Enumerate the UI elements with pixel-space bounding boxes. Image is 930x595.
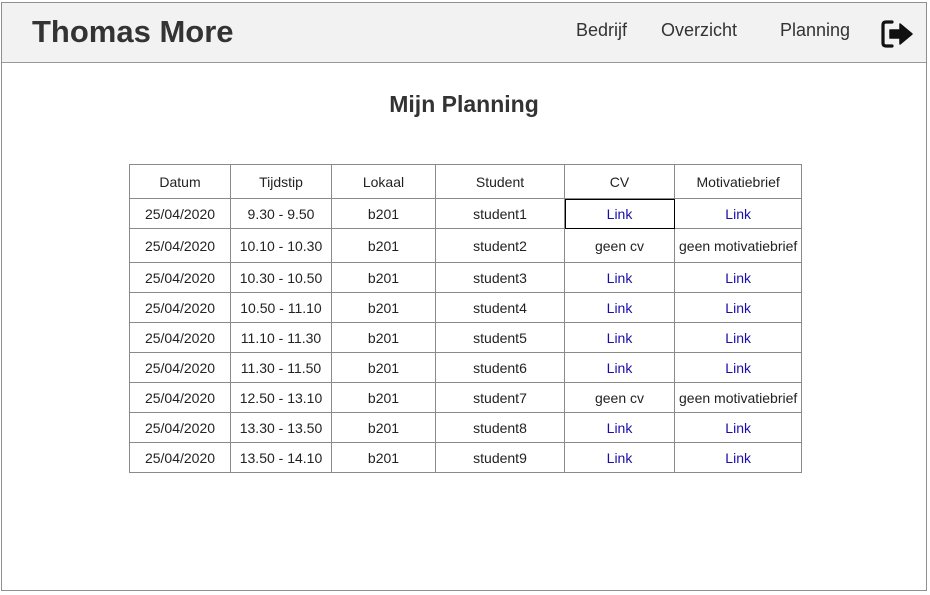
planning-table: Datum Tijdstip Lokaal Student CV Motivat… (129, 164, 803, 473)
cell-lokaal: b201 (331, 442, 436, 473)
cell-motivatiebrief: Link (673, 412, 803, 443)
cell-datum: 25/04/2020 (129, 292, 231, 323)
cell-datum: 25/04/2020 (129, 198, 231, 229)
cell-cv: Link (564, 322, 675, 353)
cell-student: student7 (435, 382, 565, 413)
cell-student: student6 (435, 352, 565, 383)
app-frame: Thomas More Bedrijf Overzicht Planning M… (1, 2, 927, 591)
cell-datum: 25/04/2020 (129, 322, 231, 353)
cv-link[interactable]: Link (607, 420, 633, 436)
col-header-lokaal: Lokaal (331, 164, 436, 199)
cv-link[interactable]: Link (607, 206, 633, 222)
table-row: 25/04/2020 9.30 - 9.50 b201 student1 Lin… (129, 198, 803, 229)
cell-tijdstip: 12.50 - 13.10 (230, 382, 332, 413)
cell-datum: 25/04/2020 (129, 352, 231, 383)
cell-lokaal: b201 (331, 292, 436, 323)
cell-lokaal: b201 (331, 352, 436, 383)
cell-cv: Link (564, 292, 675, 323)
col-header-cv: CV (564, 164, 675, 199)
cell-student: student1 (435, 198, 565, 229)
cell-student: student2 (435, 228, 565, 263)
page-title: Mijn Planning (389, 91, 539, 117)
top-navbar: Thomas More Bedrijf Overzicht Planning (2, 3, 926, 63)
nav-bedrijf[interactable]: Bedrijf (576, 20, 627, 41)
cell-motivatiebrief: Link (673, 322, 803, 353)
cell-tijdstip: 9.30 - 9.50 (230, 198, 332, 229)
cell-student: student8 (435, 412, 565, 443)
cv-link[interactable]: Link (607, 270, 633, 286)
cell-student: student4 (435, 292, 565, 323)
cell-motivatiebrief: Link (673, 262, 803, 293)
cell-cv-missing: geen cv (564, 228, 675, 263)
cell-cv: Link (564, 198, 675, 229)
cell-lokaal: b201 (331, 198, 436, 229)
table-row: 25/04/2020 10.50 - 11.10 b201 student4 L… (129, 292, 803, 323)
cv-link[interactable]: Link (607, 450, 633, 466)
cell-cv: Link (564, 352, 675, 383)
cell-datum: 25/04/2020 (129, 262, 231, 293)
motivatiebrief-link[interactable]: Link (725, 420, 751, 436)
cell-cv: Link (564, 442, 675, 473)
motivatiebrief-link[interactable]: Link (725, 330, 751, 346)
motivatiebrief-link[interactable]: Link (725, 360, 751, 376)
nav-overzicht[interactable]: Overzicht (661, 20, 737, 41)
cell-motivatiebrief: Link (673, 198, 803, 229)
table-header-row: Datum Tijdstip Lokaal Student CV Motivat… (129, 164, 803, 199)
cell-motivatiebrief: Link (673, 442, 803, 473)
cell-tijdstip: 13.50 - 14.10 (230, 442, 332, 473)
cell-tijdstip: 10.50 - 11.10 (230, 292, 332, 323)
motivatiebrief-link[interactable]: Link (725, 300, 751, 316)
cell-tijdstip: 10.30 - 10.50 (230, 262, 332, 293)
cell-motivatiebrief-missing: geen motivatiebrief (673, 382, 803, 413)
table-row: 25/04/2020 10.30 - 10.50 b201 student3 L… (129, 262, 803, 293)
cell-student: student9 (435, 442, 565, 473)
motivatiebrief-link[interactable]: Link (725, 206, 751, 222)
cv-link[interactable]: Link (607, 300, 633, 316)
cell-cv: Link (564, 262, 675, 293)
cell-datum: 25/04/2020 (129, 228, 231, 263)
table-row: 25/04/2020 11.30 - 11.50 b201 student6 L… (129, 352, 803, 383)
table-row: 25/04/2020 11.10 - 11.30 b201 student5 L… (129, 322, 803, 353)
motivatiebrief-link[interactable]: Link (725, 270, 751, 286)
cell-cv: Link (564, 412, 675, 443)
col-header-motivatiebrief: Motivatiebrief (673, 164, 803, 199)
cell-student: student3 (435, 262, 565, 293)
nav-planning[interactable]: Planning (780, 20, 850, 41)
table-row: 25/04/2020 13.30 - 13.50 b201 student8 L… (129, 412, 803, 443)
cell-motivatiebrief: Link (673, 352, 803, 383)
cell-tijdstip: 10.10 - 10.30 (230, 228, 332, 263)
sign-out-icon (881, 20, 913, 48)
cell-tijdstip: 13.30 - 13.50 (230, 412, 332, 443)
table-row: 25/04/2020 10.10 - 10.30 b201 student2 g… (129, 228, 803, 263)
cell-datum: 25/04/2020 (129, 442, 231, 473)
cell-student: student5 (435, 322, 565, 353)
col-header-datum: Datum (129, 164, 231, 199)
logout-button[interactable] (881, 19, 915, 49)
cell-datum: 25/04/2020 (129, 412, 231, 443)
cell-datum: 25/04/2020 (129, 382, 231, 413)
cell-lokaal: b201 (331, 228, 436, 263)
cell-lokaal: b201 (331, 412, 436, 443)
motivatiebrief-link[interactable]: Link (725, 450, 751, 466)
table-row: 25/04/2020 13.50 - 14.10 b201 student9 L… (129, 442, 803, 473)
cell-lokaal: b201 (331, 262, 436, 293)
cell-cv-missing: geen cv (564, 382, 675, 413)
cv-link[interactable]: Link (607, 330, 633, 346)
cv-link[interactable]: Link (607, 360, 633, 376)
brand-logo-text[interactable]: Thomas More (32, 14, 234, 50)
col-header-student: Student (435, 164, 565, 199)
col-header-tijdstip: Tijdstip (230, 164, 332, 199)
cell-lokaal: b201 (331, 382, 436, 413)
cell-lokaal: b201 (331, 322, 436, 353)
cell-motivatiebrief: Link (673, 292, 803, 323)
table-row: 25/04/2020 12.50 - 13.10 b201 student7 g… (129, 382, 803, 413)
cell-motivatiebrief-missing: geen motivatiebrief (673, 228, 803, 263)
cell-tijdstip: 11.10 - 11.30 (230, 322, 332, 353)
cell-tijdstip: 11.30 - 11.50 (230, 352, 332, 383)
